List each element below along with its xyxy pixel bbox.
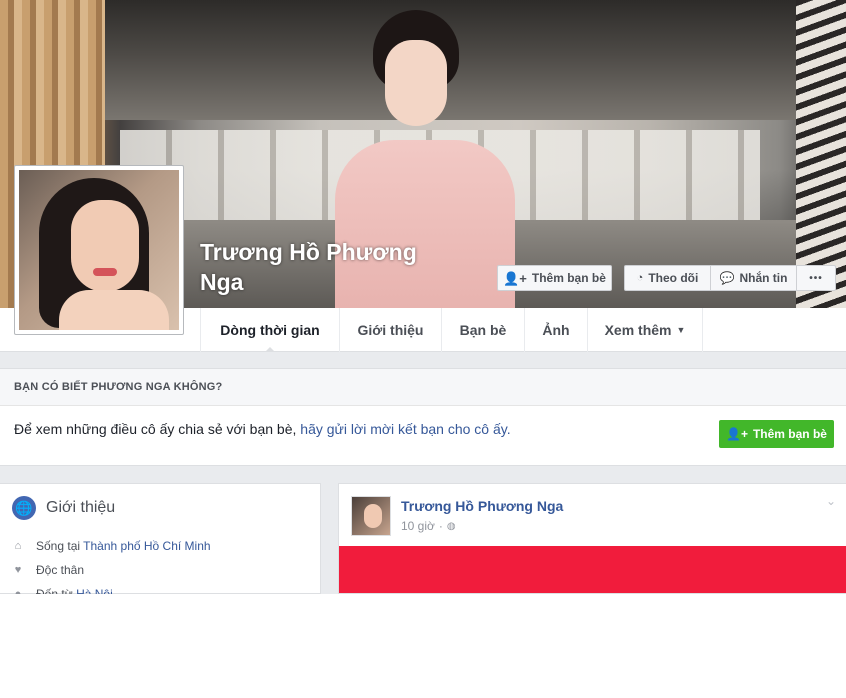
meta-separator: · xyxy=(438,519,443,533)
post-timestamp[interactable]: 10 giờ xyxy=(401,519,435,533)
avatar-lips xyxy=(93,268,117,276)
intro-city-link[interactable]: Thành phố Hồ Chí Minh xyxy=(83,539,210,553)
post-media[interactable] xyxy=(339,546,846,593)
post-author-name[interactable]: Trương Hồ Phương Nga xyxy=(401,498,563,514)
add-friend-green-button[interactable]: 👤+ Thêm bạn bè xyxy=(719,420,834,448)
friend-suggestion-heading: BẠN CÓ BIẾT PHƯƠNG NGA KHÔNG? xyxy=(0,369,846,406)
add-friend-button[interactable]: 👤+ Thêm bạn bè xyxy=(497,265,612,291)
follow-button[interactable]: ◔ Theo dõi xyxy=(625,266,711,290)
globe-icon: 🌐 xyxy=(12,496,36,520)
friend-suggestion-body: Để xem những điều cô ấy chia sẻ với bạn … xyxy=(0,406,846,466)
add-friend-icon: 👤+ xyxy=(503,270,527,286)
intro-title: Giới thiệu xyxy=(46,499,116,516)
post-avatar-face xyxy=(364,504,382,528)
intro-item-lives-in: ⌂ Sống tại Thành phố Hồ Chí Minh xyxy=(12,539,211,553)
add-friend-label: Thêm bạn bè xyxy=(531,271,606,285)
post-author-avatar[interactable] xyxy=(351,496,391,536)
ellipsis-icon: ••• xyxy=(809,272,823,284)
friend-suggestion-box: BẠN CÓ BIẾT PHƯƠNG NGA KHÔNG? Để xem nhữ… xyxy=(0,368,846,466)
timeline-post: Trương Hồ Phương Nga 10 giờ · ◍ ⌄ xyxy=(338,483,846,594)
tab-photos[interactable]: Ảnh xyxy=(524,308,587,352)
friend-suggestion-prefix: Để xem những điều cô ấy chia sẻ với bạn … xyxy=(14,421,301,437)
profile-picture[interactable] xyxy=(14,165,184,335)
heart-icon: ♥ xyxy=(14,564,22,576)
messenger-icon: 💬 xyxy=(719,271,735,285)
caret-down-icon: ▼ xyxy=(676,325,686,335)
rss-icon: ◔ xyxy=(636,272,644,284)
public-globe-icon[interactable]: ◍ xyxy=(447,521,456,532)
avatar xyxy=(19,170,179,330)
add-friend-icon: 👤+ xyxy=(726,427,748,441)
tab-friends[interactable]: Bạn bè xyxy=(441,308,524,352)
avatar-hand xyxy=(59,290,169,330)
avatar-face xyxy=(71,200,139,292)
message-label: Nhắn tin xyxy=(739,271,788,285)
cover-decoration xyxy=(796,0,846,308)
send-request-link[interactable]: hãy gửi lời mời kết bạn cho cô ấy. xyxy=(300,421,510,437)
intro-item-text: Độc thân xyxy=(36,563,85,577)
follow-label: Theo dõi xyxy=(648,271,699,285)
more-options-button[interactable]: ••• xyxy=(797,266,835,290)
cover-face xyxy=(385,40,447,126)
post-meta: 10 giờ · ◍ xyxy=(401,519,456,533)
add-friend-green-label: Thêm bạn bè xyxy=(752,427,827,441)
profile-tabs: Dòng thời gian Giới thiệu Bạn bè Ảnh Xem… xyxy=(200,308,703,353)
chevron-down-icon[interactable]: ⌄ xyxy=(826,494,836,508)
intro-item-relationship: ♥ Độc thân xyxy=(12,563,84,577)
profile-action-group: ◔ Theo dõi 💬 Nhắn tin ••• xyxy=(624,265,836,291)
tab-about[interactable]: Giới thiệu xyxy=(339,308,441,352)
message-button[interactable]: 💬 Nhắn tin xyxy=(711,266,797,290)
tab-timeline[interactable]: Dòng thời gian xyxy=(200,308,339,353)
section-gap xyxy=(0,352,846,368)
page-bottom-area xyxy=(0,594,846,698)
home-icon: ⌂ xyxy=(14,540,22,552)
intro-item-text: Sống tại Thành phố Hồ Chí Minh xyxy=(36,539,211,553)
friend-suggestion-text: Để xem những điều cô ấy chia sẻ với bạn … xyxy=(14,421,511,437)
intro-prefix: Sống tại xyxy=(36,539,84,553)
profile-name[interactable]: Trương Hồ Phương Nga xyxy=(200,237,460,297)
tab-more-label: Xem thêm xyxy=(604,322,672,338)
intro-header: 🌐 Giới thiệu xyxy=(12,496,115,520)
tab-more[interactable]: Xem thêm ▼ xyxy=(587,308,703,352)
